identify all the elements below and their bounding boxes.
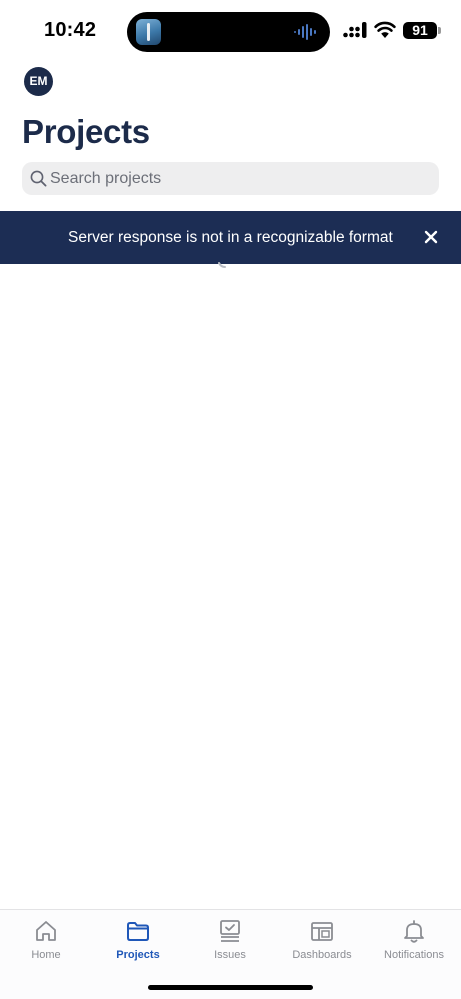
search-bar[interactable] [22, 162, 439, 195]
issues-icon [220, 920, 240, 942]
battery-indicator: 91 [403, 22, 437, 39]
cellular-signal-icon [343, 22, 367, 38]
tab-home[interactable]: Home [0, 918, 92, 974]
tab-issues-label: Issues [214, 949, 246, 961]
avatar[interactable]: EM [24, 67, 53, 96]
error-banner: Server response is not in a recognizable… [0, 211, 461, 264]
battery-cap [438, 27, 441, 34]
error-message: Server response is not in a recognizable… [68, 229, 393, 246]
page-title: Projects [22, 113, 150, 150]
avatar-initials: EM [29, 74, 48, 88]
home-icon [36, 921, 56, 941]
status-time: 10:42 [44, 19, 97, 41]
folder-icon [127, 922, 149, 941]
tab-projects[interactable]: Projects [92, 918, 184, 974]
tab-notifications[interactable]: Notifications [368, 918, 460, 974]
tab-projects-label: Projects [116, 949, 160, 961]
close-icon[interactable] [420, 226, 442, 248]
now-playing-thumbnail [136, 19, 161, 45]
dashboard-icon [311, 922, 333, 941]
loading-spinner-icon [218, 262, 226, 268]
battery-level: 91 [412, 22, 428, 38]
wifi-icon [374, 21, 396, 38]
tab-issues[interactable]: Issues [184, 918, 276, 974]
dynamic-island[interactable] [127, 12, 330, 52]
tab-home-label: Home [31, 949, 61, 961]
tab-notifications-label: Notifications [384, 949, 444, 961]
tab-dashboards-label: Dashboards [292, 949, 352, 961]
search-input[interactable] [50, 162, 430, 195]
home-indicator[interactable] [148, 985, 313, 990]
audio-waveform-icon [294, 24, 316, 40]
bell-icon [404, 920, 424, 943]
tab-dashboards[interactable]: Dashboards [276, 918, 368, 974]
status-bar: 10:42 91 [0, 0, 461, 62]
search-icon [30, 170, 47, 187]
